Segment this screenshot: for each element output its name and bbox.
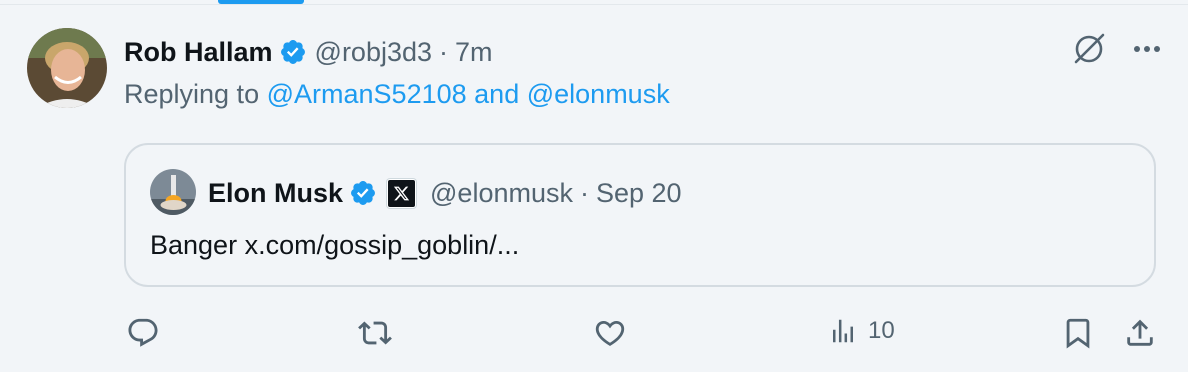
reply-icon [128,318,158,347]
x-affiliate-badge-icon[interactable] [387,178,417,208]
reply-button[interactable] [126,316,160,350]
mention-link-armans52108[interactable]: @ArmanS52108 [267,79,467,109]
author-name[interactable]: Rob Hallam [124,37,273,68]
post-timestamp[interactable]: 7m [455,37,493,68]
grok-icon[interactable] [1070,30,1108,68]
author-avatar-image [27,28,107,108]
bookmark-button[interactable] [1061,316,1095,350]
separator-dot: · [439,36,449,67]
mention-link-elonmusk[interactable]: @elonmusk [527,79,670,109]
quoted-author-avatar[interactable] [150,169,196,215]
separator-dot: · [579,177,589,208]
views-count: 10 [868,317,895,344]
quoted-author-avatar-image [150,169,196,215]
replying-prefix: Replying to [124,79,260,109]
replying-to-line: Replying to @ArmanS52108 and @elonmusk [124,79,670,110]
share-button[interactable] [1123,316,1157,350]
quoted-post-card[interactable]: Elon Musk @elonmusk · Sep 20 Banger x.co… [124,143,1156,287]
quoted-post-text: Banger x.com/gossip_goblin/... [150,230,520,260]
author-handle[interactable]: @robj3d3 [315,37,432,68]
quoted-author-name[interactable]: Elon Musk [208,178,343,209]
verified-badge-icon[interactable] [279,38,307,66]
quoted-author-handle[interactable]: @elonmusk [430,178,573,209]
bookmark-icon [1066,318,1090,349]
share-icon [1127,319,1153,346]
post-header-actions [1070,30,1164,68]
quoted-post-timestamp[interactable]: Sep 20 [596,178,682,209]
top-divider [0,4,1188,5]
quoted-post-header: Elon Musk @elonmusk · Sep 20 [208,173,682,213]
post-header: Rob Hallam @robj3d3 · 7m [124,32,493,72]
repost-button[interactable] [358,316,392,350]
replying-joiner[interactable]: and [474,79,519,109]
more-icon[interactable] [1130,32,1164,66]
like-icon [595,320,625,346]
views-icon [833,319,853,343]
views-button[interactable]: 10 [828,316,895,346]
author-avatar[interactable] [27,28,107,108]
like-button[interactable] [593,316,627,350]
repost-icon [358,321,392,345]
verified-badge-icon[interactable] [349,179,377,207]
